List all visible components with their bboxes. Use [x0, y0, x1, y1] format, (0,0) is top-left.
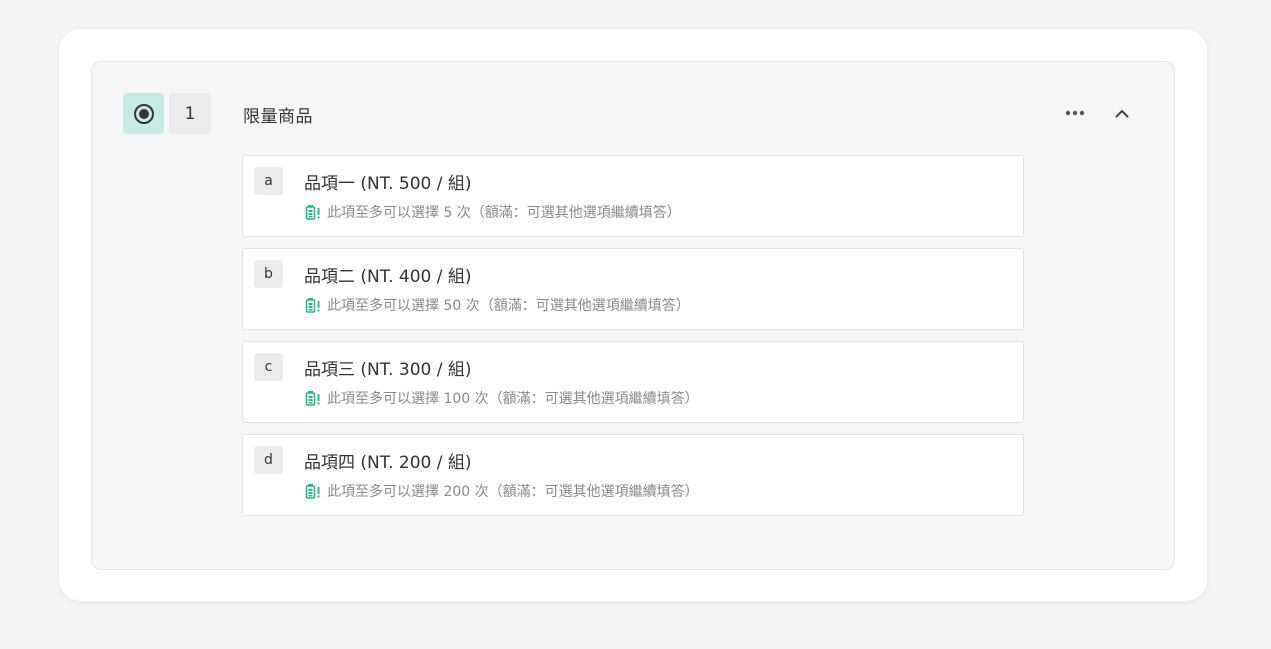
battery-alert-icon — [305, 204, 323, 220]
battery-alert-icon — [305, 390, 323, 406]
chevron-up-icon — [1115, 109, 1129, 117]
option-label: 品項二 (NT. 400 / 組) — [304, 267, 472, 287]
option-label: 品項三 (NT. 300 / 組) — [304, 360, 472, 380]
collapse-button[interactable] — [1110, 101, 1134, 125]
option-limit-text: 此項至多可以選擇 200 次（額滿：可選其他選項繼續填答） — [327, 484, 699, 500]
option-item[interactable]: b 品項二 (NT. 400 / 組) 此項至多可以選擇 50 次（額滿：可選其… — [242, 248, 1024, 330]
option-item[interactable]: d 品項四 (NT. 200 / 組) 此項至多可以選擇 200 次（額滿：可選… — [242, 434, 1024, 516]
option-key: b — [254, 260, 283, 288]
option-limit-text: 此項至多可以選擇 5 次（額滿：可選其他選項繼續填答） — [327, 205, 681, 221]
option-key: d — [254, 446, 283, 474]
option-limit-text: 此項至多可以選擇 50 次（額滿：可選其他選項繼續填答） — [327, 298, 690, 314]
option-limit-note: 此項至多可以選擇 200 次（額滿：可選其他選項繼續填答） — [305, 481, 699, 501]
question-type-badge — [123, 93, 164, 134]
option-item[interactable]: a 品項一 (NT. 500 / 組) 此項至多可以選擇 5 次（額滿：可選其他… — [242, 155, 1024, 237]
option-key: c — [254, 353, 283, 381]
option-item[interactable]: c 品項三 (NT. 300 / 組) 此項至多可以選擇 100 次（額滿：可選… — [242, 341, 1024, 423]
option-label: 品項一 (NT. 500 / 組) — [304, 174, 472, 194]
question-number: 1 — [169, 93, 211, 134]
option-limit-note: 此項至多可以選擇 5 次（額滿：可選其他選項繼續填答） — [305, 202, 681, 222]
more-options-button[interactable] — [1062, 101, 1088, 125]
question-title[interactable]: 限量商品 — [243, 102, 313, 127]
options-list: a 品項一 (NT. 500 / 組) 此項至多可以選擇 5 次（額滿：可選其他… — [242, 155, 1024, 527]
option-limit-note: 此項至多可以選擇 100 次（額滿：可選其他選項繼續填答） — [305, 388, 699, 408]
battery-alert-icon — [305, 297, 323, 313]
option-key: a — [254, 167, 283, 195]
battery-alert-icon — [305, 483, 323, 499]
option-limit-note: 此項至多可以選擇 50 次（額滿：可選其他選項繼續填答） — [305, 295, 690, 315]
more-horizontal-icon — [1065, 110, 1085, 116]
option-limit-text: 此項至多可以選擇 100 次（額滿：可選其他選項繼續填答） — [327, 391, 699, 407]
option-label: 品項四 (NT. 200 / 組) — [304, 453, 472, 473]
radio-icon — [133, 103, 154, 124]
